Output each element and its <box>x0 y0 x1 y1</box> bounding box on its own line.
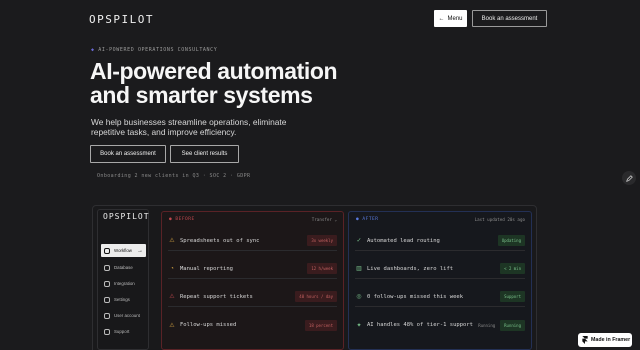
arrow-right-icon: → <box>137 247 143 254</box>
table-row: ✦ AI handles 48% of tier-1 support Runni… <box>355 315 525 335</box>
after-meta: Last updated 20s ago <box>474 217 525 222</box>
row-text: Spreadsheets out of sync <box>180 237 260 244</box>
before-label-text: BEFORE <box>175 217 195 222</box>
dashboard-brand: OPSPILOT <box>103 212 150 221</box>
sidebar-item-settings[interactable]: Settings <box>101 293 146 306</box>
badge-label: Made in Framer <box>591 337 631 343</box>
row-status-text: Running <box>478 322 496 328</box>
row-text: AI handles 48% of tier-1 support <box>367 322 473 328</box>
sidebar-item-database[interactable]: Database <box>101 261 146 274</box>
row-text: Live dashboards, zero lift <box>367 265 454 272</box>
check-circle-icon: ◎ <box>356 294 362 300</box>
sidebar-item-user-account[interactable]: User account <box>101 309 146 322</box>
after-label: ● AFTER <box>356 217 378 222</box>
check-icon: ✓ <box>356 238 362 244</box>
table-row: ◎ 0 follow-ups missed this week Support <box>355 287 525 307</box>
title-line-1: AI-powered automation <box>90 58 338 84</box>
table-row: ⚠ Repeat support tickets 40 hours / day <box>168 287 337 307</box>
chevron-down-icon: ⌄ <box>334 217 337 222</box>
hero-subcopy: We help businesses streamline operations… <box>91 117 291 137</box>
status-badge: 18 percent <box>304 319 337 331</box>
workflow-icon <box>104 247 110 254</box>
sparkle-icon: ✦ <box>356 322 362 329</box>
chart-icon: ▥ <box>356 266 362 272</box>
warning-icon: ⚠ <box>169 322 175 329</box>
clock-icon: ◔ <box>170 265 174 272</box>
menu-button-label: Menu <box>447 15 463 22</box>
after-label-text: AFTER <box>362 217 379 222</box>
status-badge: 3x weekly <box>307 235 337 246</box>
sidebar-item-label: Database <box>114 265 133 270</box>
table-row: ⚠ Spreadsheets out of sync 3x weekly <box>168 231 337 251</box>
before-panel: ● BEFORE Transfer ⌄ ⚠ Spreadsheets out o… <box>161 211 344 350</box>
edit-pencil-icon[interactable] <box>622 171 636 185</box>
alert-icon: ⚠ <box>169 294 175 300</box>
user-icon <box>104 312 110 319</box>
onboarding-note: Onboarding 2 new clients in Q3 · SOC 2 ·… <box>97 173 251 179</box>
hero-eyebrow: ◆ AI-POWERED OPERATIONS CONSULTANCY <box>91 47 217 53</box>
row-text: Follow-ups missed <box>180 322 237 328</box>
sidebar-item-integration[interactable]: Integration <box>101 277 146 290</box>
sidebar-item-label: Integration <box>114 281 135 286</box>
database-icon <box>104 264 110 271</box>
status-badge: Updating <box>497 235 525 246</box>
integration-icon <box>104 280 110 287</box>
brand-logo[interactable]: OPSPILOT <box>89 13 154 26</box>
sidebar-item-label: Support <box>114 329 130 334</box>
status-badge: Running <box>500 319 525 331</box>
header-book-button[interactable]: Book an assessment <box>472 10 547 27</box>
sidebar-item-support[interactable]: Support <box>101 325 146 338</box>
status-badge: 40 hours / day <box>295 291 337 302</box>
support-icon <box>104 328 110 335</box>
status-badge: < 2 min <box>500 263 525 274</box>
table-row: ⚠ Follow-ups missed 18 percent <box>168 315 337 335</box>
subcopy-line-1: We help businesses streamline operations… <box>91 117 287 127</box>
table-row: ◔ Manual reporting 12 h/week <box>168 259 337 279</box>
gear-icon <box>104 296 110 303</box>
before-label: ● BEFORE <box>169 217 195 222</box>
status-badge: Support <box>500 291 525 302</box>
row-text: Automated lead routing <box>367 237 440 244</box>
row-text: Repeat support tickets <box>180 293 253 300</box>
book-assessment-button[interactable]: Book an assessment <box>90 145 166 163</box>
see-results-button[interactable]: See client results <box>170 145 239 163</box>
warning-icon: ⚠ <box>169 238 175 244</box>
row-text: 0 follow-ups missed this week <box>367 293 464 300</box>
row-text: Manual reporting <box>180 265 233 272</box>
before-meta-text: Transfer <box>311 217 332 222</box>
sidebar-item-workflow[interactable]: Workflow → <box>101 244 146 257</box>
framer-logo-icon <box>582 336 588 344</box>
table-row: ▥ Live dashboards, zero lift < 2 min <box>355 259 525 279</box>
sidebar-item-label: User account <box>114 313 140 318</box>
before-meta: Transfer ⌄ <box>312 217 337 222</box>
arrow-left-icon: ← <box>438 15 445 22</box>
subcopy-line-2: repetitive tasks, and improve efficiency… <box>91 127 237 137</box>
after-panel: ● AFTER Last updated 20s ago ✓ Automated… <box>348 211 532 350</box>
status-badge: 12 h/week <box>307 263 337 274</box>
page-title: AI-powered automation and smarter system… <box>90 58 338 108</box>
made-in-framer-badge[interactable]: Made in Framer <box>578 333 632 347</box>
title-line-2: and smarter systems <box>90 82 313 108</box>
sidebar-item-label: Workflow <box>114 248 132 253</box>
menu-button[interactable]: ← Menu <box>434 10 467 27</box>
sidebar-item-label: Settings <box>114 297 130 302</box>
table-row: ✓ Automated lead routing Updating <box>355 231 525 251</box>
eyebrow-text: AI-POWERED OPERATIONS CONSULTANCY <box>98 47 218 53</box>
